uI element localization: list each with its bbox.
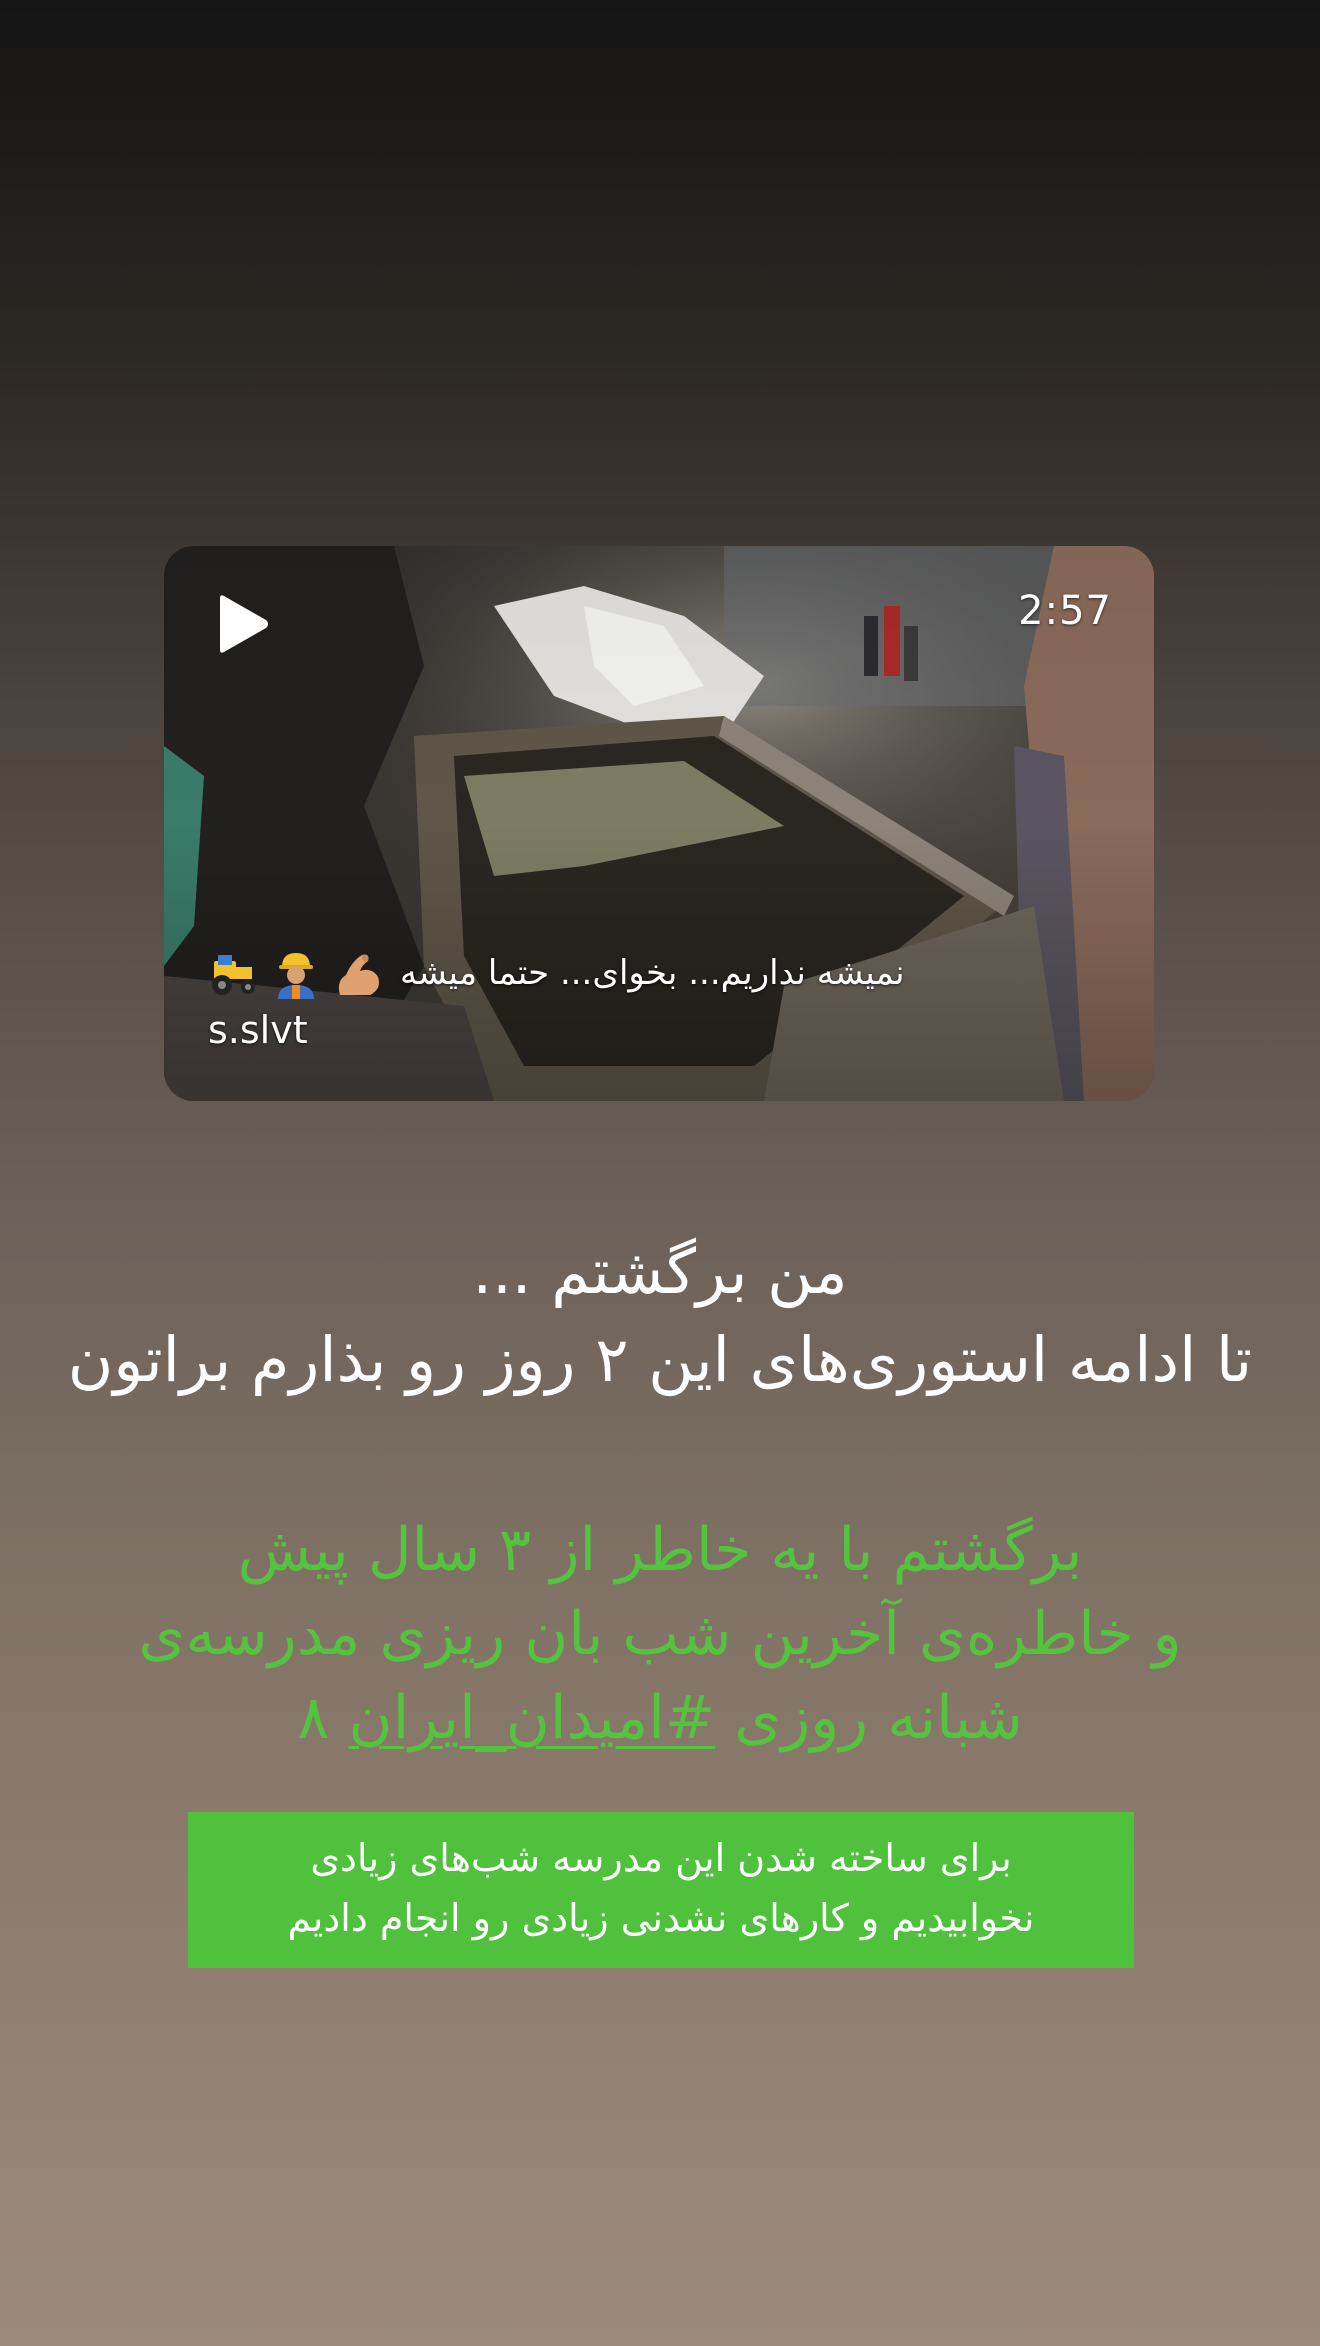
highlight-text-box: برای ساخته شدن این مدرسه شب‌های زیادی نخ… [188, 1812, 1134, 1968]
green-message-line-2: و خاطره‌ی آخرین شب بان ریزی مدرسه‌ی [138, 1599, 1182, 1669]
video-author[interactable]: s.slvt [208, 1008, 308, 1052]
construction-worker-icon [278, 953, 314, 999]
green-message: برگشتم با یه خاطر از ۳ سال پیش و خاطره‌ی… [60, 1508, 1260, 1760]
green-message-line-3: شبانه روزی #امیدان_ایران ۸ [60, 1676, 1260, 1760]
video-caption-row: نمیشه نداریم... بخوای... حتما میشه [208, 944, 1108, 1002]
play-icon[interactable] [210, 592, 274, 656]
green-message-line-3-suffix: ۸ [297, 1683, 330, 1753]
green-message-line-1: برگشتم با یه خاطر از ۳ سال پیش [237, 1515, 1083, 1585]
headline-line-1: من برگشتم ... [472, 1235, 848, 1308]
headline-line-2: تا ادامه استوری‌های این ۲ روز رو بذارم ب… [67, 1323, 1253, 1396]
story-screen: 2:57 نمیشه نداریم... بخوای... حتما میشه … [0, 0, 1320, 2346]
flexed-biceps-icon [338, 954, 379, 995]
story-headline: من برگشتم ... تا ادامه استوری‌های این ۲ … [60, 1228, 1260, 1404]
highlight-line-1: برای ساخته شدن این مدرسه شب‌های زیادی [310, 1836, 1012, 1880]
tractor-icon [212, 955, 255, 995]
video-overlay-shade [164, 546, 1154, 1101]
shared-video-post[interactable]: 2:57 نمیشه نداریم... بخوای... حتما میشه … [164, 546, 1154, 1101]
video-duration: 2:57 [1018, 588, 1112, 634]
highlight-line-2: نخوابیدیم و کارهای نشدنی زیادی رو انجام … [287, 1896, 1035, 1940]
video-caption: نمیشه نداریم... بخوای... حتما میشه [400, 953, 905, 993]
green-message-line-3-prefix: شبانه روزی [734, 1683, 1023, 1753]
hashtag-link[interactable]: #امیدان_ایران [349, 1683, 716, 1753]
